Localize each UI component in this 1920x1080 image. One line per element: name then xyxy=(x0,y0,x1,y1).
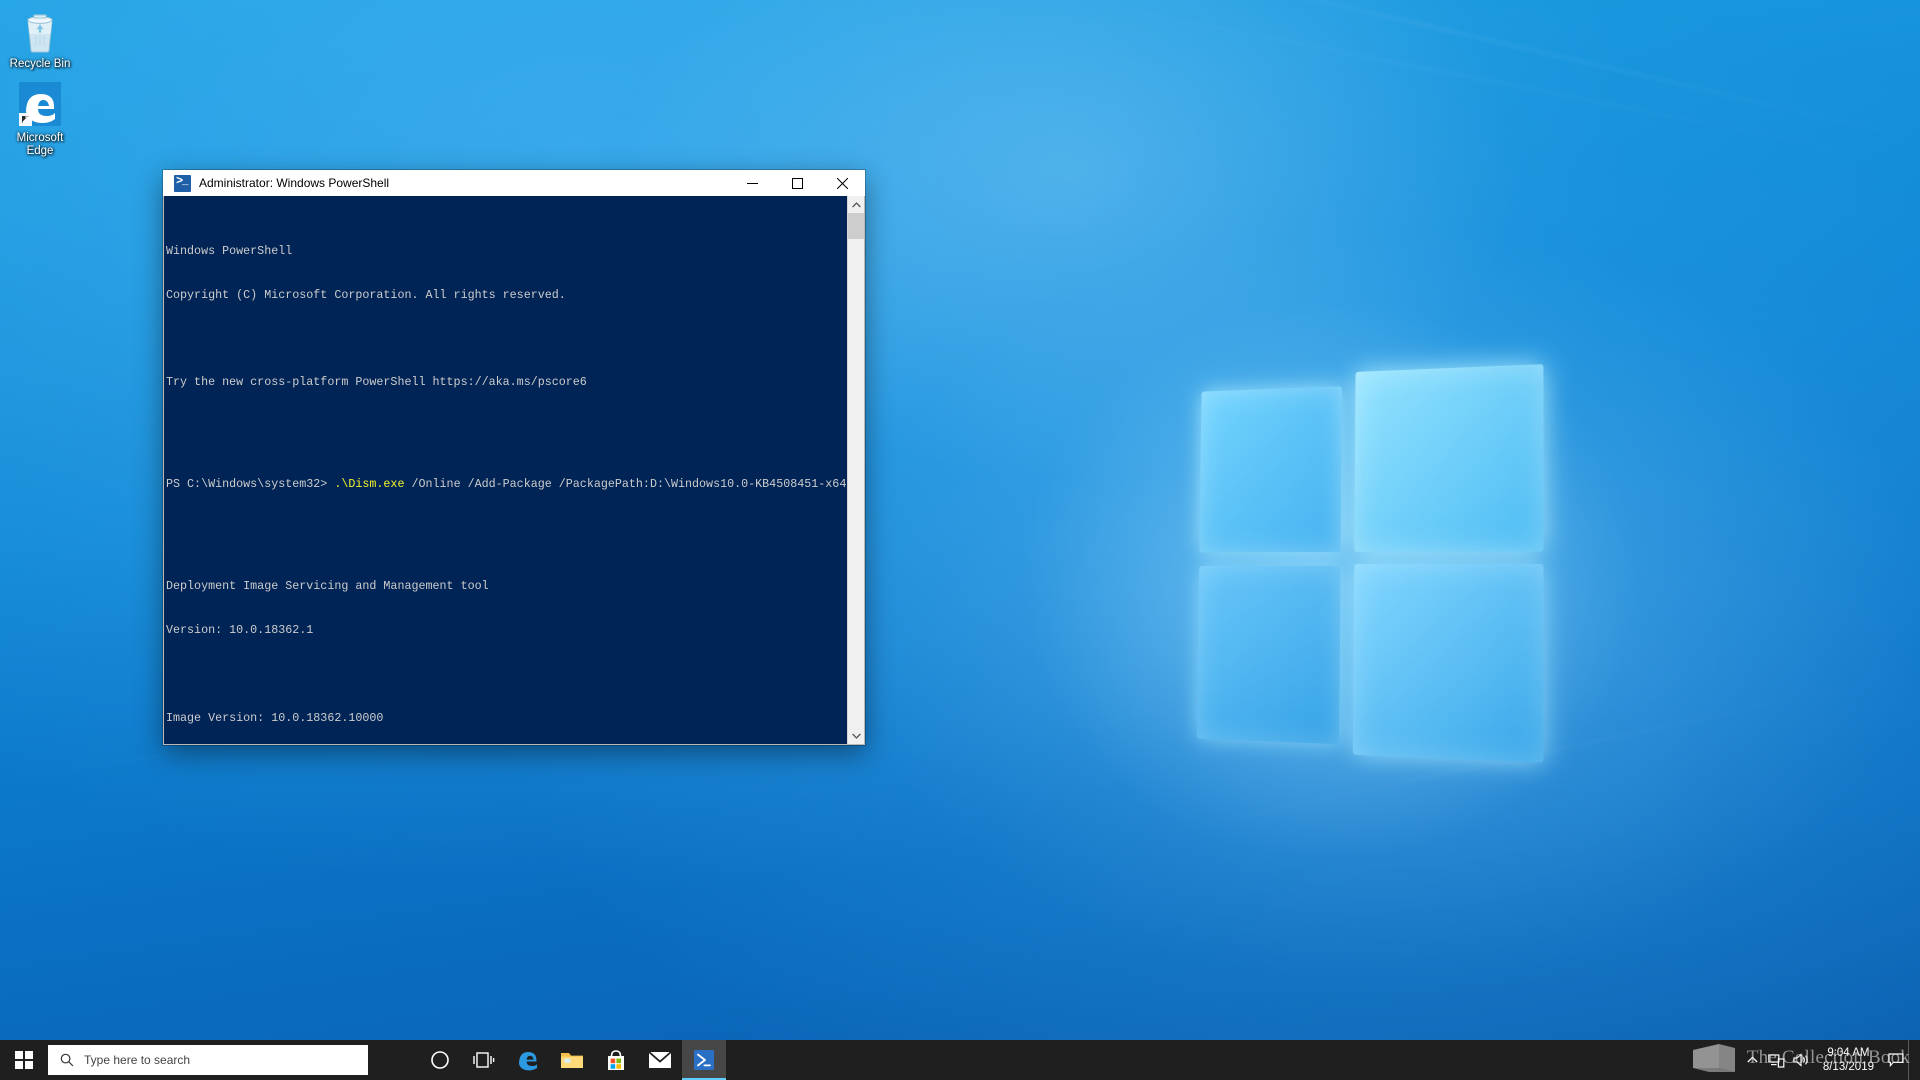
chevron-up-icon xyxy=(1747,1056,1758,1064)
logo-pane-top-right xyxy=(1354,364,1543,552)
console-prompt-line: PS C:\Windows\system32> .\Dism.exe /Onli… xyxy=(166,477,847,492)
powershell-icon xyxy=(693,1049,715,1071)
tray-volume[interactable] xyxy=(1789,1040,1813,1080)
clock-time: 9:04 AM xyxy=(1823,1046,1874,1060)
console-output[interactable]: Windows PowerShell Copyright (C) Microso… xyxy=(164,196,847,744)
edge-label-line1: Microsoft xyxy=(17,132,64,144)
show-desktop-button[interactable] xyxy=(1908,1040,1916,1080)
taskbar-file-explorer[interactable] xyxy=(550,1040,594,1080)
circle-icon xyxy=(430,1050,450,1070)
search-icon xyxy=(60,1053,74,1067)
folder-icon xyxy=(560,1050,584,1070)
console-line: Image Version: 10.0.18362.10000 xyxy=(166,711,847,726)
wallpaper-windows-logo xyxy=(1195,372,1543,758)
tray-network[interactable] xyxy=(1765,1040,1789,1080)
console-body[interactable]: Windows PowerShell Copyright (C) Microso… xyxy=(163,196,865,745)
window-controls xyxy=(730,170,865,196)
desktop-icon-recycle-bin[interactable]: Recycle Bin xyxy=(0,8,80,71)
wallpaper-streak xyxy=(914,0,1920,156)
cortana-button[interactable] xyxy=(418,1040,462,1080)
taskbar[interactable]: Type here to search xyxy=(0,1040,1920,1080)
desktop-icon-microsoft-edge[interactable]: Microsoft Edge xyxy=(0,82,80,158)
scroll-down-icon[interactable] xyxy=(848,727,864,744)
scroll-up-icon[interactable] xyxy=(848,196,864,213)
console-scrollbar[interactable] xyxy=(847,196,864,744)
mail-icon xyxy=(648,1051,672,1069)
speaker-icon xyxy=(1793,1053,1809,1067)
window-title: Administrator: Windows PowerShell xyxy=(199,176,389,190)
console-line: Windows PowerShell xyxy=(166,244,847,259)
start-button[interactable] xyxy=(0,1040,48,1080)
recycle-bin-icon xyxy=(0,8,80,54)
tray-hidden-icons[interactable] xyxy=(1741,1040,1765,1080)
desktop-icon-label: Recycle Bin xyxy=(0,58,80,71)
store-icon xyxy=(605,1049,627,1071)
console-blank-line xyxy=(166,331,847,346)
task-view-button[interactable] xyxy=(462,1040,506,1080)
minimize-button[interactable] xyxy=(730,170,775,196)
powershell-icon xyxy=(174,175,191,192)
scrollbar-track[interactable] xyxy=(848,213,864,727)
action-center-button[interactable] xyxy=(1884,1040,1908,1080)
close-button[interactable] xyxy=(820,170,865,196)
window-titlebar[interactable]: Administrator: Windows PowerShell xyxy=(163,170,865,196)
console-line: Copyright (C) Microsoft Corporation. All… xyxy=(166,288,847,303)
taskbar-powershell[interactable] xyxy=(682,1040,726,1080)
logo-pane-bottom-right xyxy=(1353,564,1544,763)
taskbar-microsoft-store[interactable] xyxy=(594,1040,638,1080)
console-line: Version: 10.0.18362.1 xyxy=(166,623,847,638)
edge-icon xyxy=(0,82,80,128)
search-placeholder: Type here to search xyxy=(84,1053,190,1067)
console-line: Deployment Image Servicing and Managemen… xyxy=(166,579,847,594)
desktop-icon-label: Microsoft Edge xyxy=(0,132,80,158)
wallpaper-streak xyxy=(989,0,1920,175)
scrollbar-thumb[interactable] xyxy=(848,213,865,239)
desktop[interactable]: Recycle Bin Microsoft Edge Administrator… xyxy=(0,0,1920,1080)
clock-date: 8/13/2019 xyxy=(1823,1060,1874,1074)
system-tray[interactable]: 9:04 AM 8/13/2019 xyxy=(1741,1040,1920,1080)
task-view-icon xyxy=(473,1051,495,1069)
console-blank-line xyxy=(166,536,847,551)
windows-logo-icon xyxy=(15,1051,33,1069)
taskbar-mail[interactable] xyxy=(638,1040,682,1080)
console-command-executable: .\Dism.exe xyxy=(334,477,404,491)
taskbar-clock[interactable]: 9:04 AM 8/13/2019 xyxy=(1813,1046,1884,1074)
powershell-window[interactable]: Administrator: Windows PowerShell Window… xyxy=(163,170,865,745)
console-command-args: /Online /Add-Package /PackagePath:D:\Win… xyxy=(404,477,847,491)
network-icon xyxy=(1768,1053,1785,1068)
taskbar-edge[interactable] xyxy=(506,1040,550,1080)
logo-pane-top-left xyxy=(1199,386,1341,552)
console-line: Try the new cross-platform PowerShell ht… xyxy=(166,375,847,390)
edge-label-line2: Edge xyxy=(27,145,54,157)
logo-pane-bottom-left xyxy=(1197,566,1341,744)
search-input[interactable]: Type here to search xyxy=(48,1045,368,1075)
console-blank-line xyxy=(166,667,847,682)
console-prompt: PS C:\Windows\system32> xyxy=(166,477,334,491)
notification-icon xyxy=(1888,1053,1904,1067)
edge-icon xyxy=(516,1048,540,1072)
maximize-button[interactable] xyxy=(775,170,820,196)
console-blank-line xyxy=(166,419,847,434)
